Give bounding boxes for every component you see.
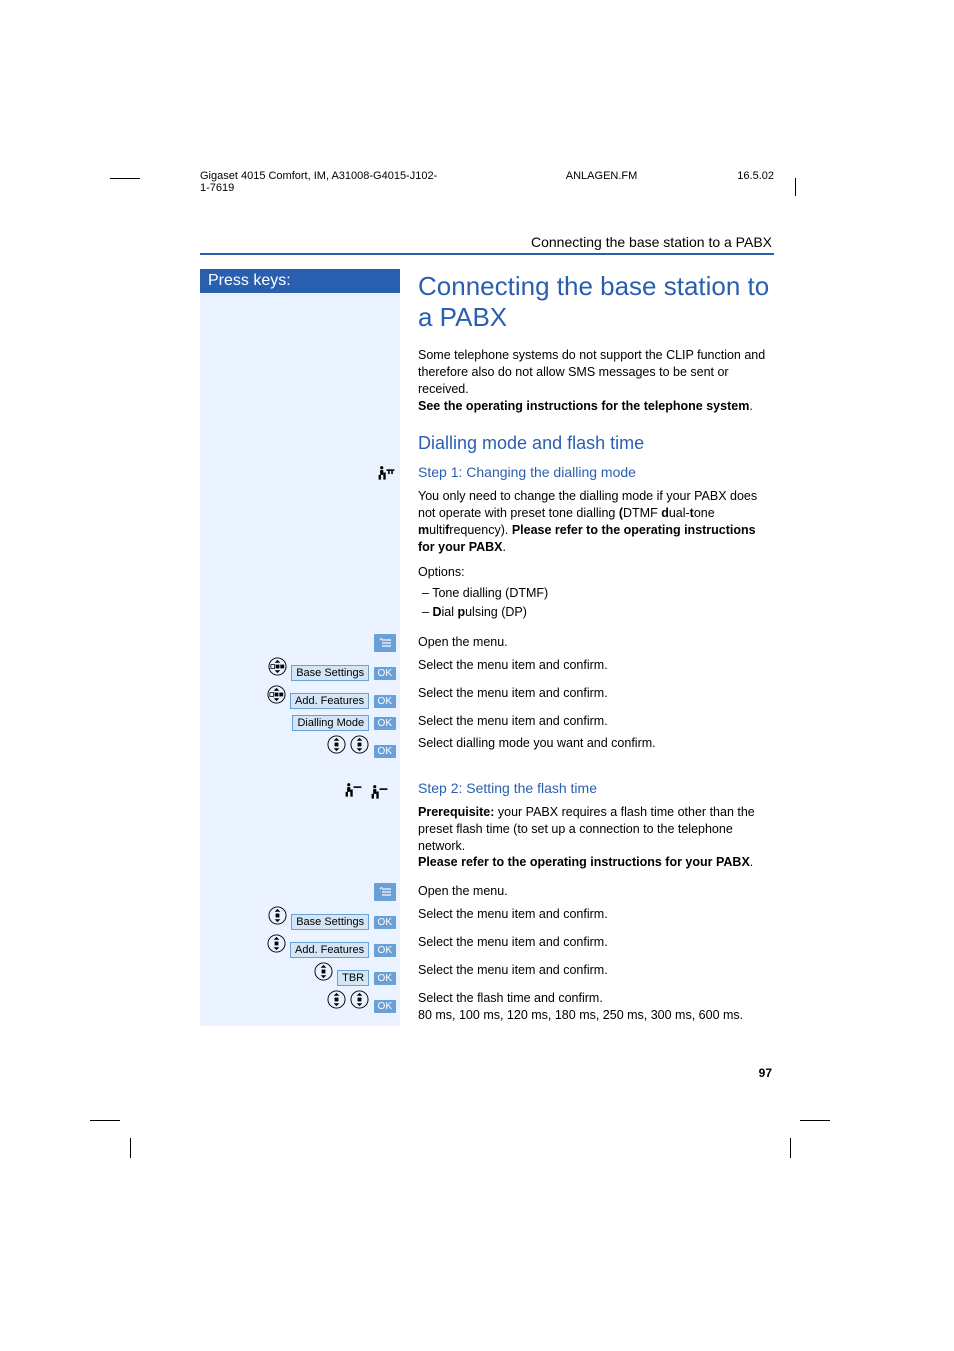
step1-paragraph: You only need to change the dialling mod… (418, 488, 774, 556)
header-meta: Gigaset 4015 Comfort, IM, A31008-G4015-J… (200, 170, 774, 194)
option-item: Dial pulsing (DP) (422, 603, 774, 622)
nav-down-icon (268, 906, 287, 925)
menu-label-base: Base Settings (291, 665, 369, 681)
menu-label-tbr: TBR (337, 970, 369, 986)
step-select-add-2: Select the menu item and confirm. (400, 932, 774, 960)
crop-mark (130, 1138, 131, 1158)
ok-button: OK (374, 944, 396, 957)
doc-date: 16.5.02 (737, 170, 774, 194)
nav-icon (327, 735, 346, 754)
menu-label-dialling: Dialling Mode (292, 715, 369, 731)
page-title: Connecting the base station to a PABX (418, 271, 774, 333)
intro-text: Some telephone systems do not support th… (418, 348, 765, 396)
ok-button: OK (374, 972, 396, 985)
ok-button: OK (374, 667, 396, 680)
step-open-menu: Open the menu. (400, 632, 774, 655)
intro-paragraph: Some telephone systems do not support th… (418, 347, 774, 415)
menu-label-add: Add. Features (290, 693, 369, 709)
divider (200, 253, 774, 255)
step2-heading: Step 2: Setting the flash time (418, 779, 774, 798)
menu-label-base-2: Base Settings (291, 914, 369, 930)
step2-paragraph: Prerequisite: your PABX requires a flash… (418, 804, 774, 872)
step-select-add: Select the menu item and confirm. (400, 683, 774, 711)
step-select-dial: Select the menu item and confirm. (400, 711, 774, 733)
menu-icon (374, 883, 396, 901)
content-layout: Press keys: Connecting the base station … (200, 269, 774, 1026)
option-item: Tone dialling (DTMF) (422, 584, 774, 603)
file-name: ANLAGEN.FM (566, 170, 638, 194)
running-title: Connecting the base station to a PABX (200, 234, 774, 250)
crop-mark (800, 1120, 830, 1121)
nav-icon (350, 735, 369, 754)
step-select-mode: Select dialling mode you want and confir… (400, 733, 774, 761)
nav-down-icon (267, 934, 286, 953)
step1-heading: Step 1: Changing the dialling mode (418, 463, 774, 482)
page-number: 97 (200, 1066, 774, 1080)
ok-button: OK (374, 695, 396, 708)
construction-icons (202, 777, 396, 803)
nav-down-icon (267, 685, 286, 704)
press-keys-header: Press keys: (200, 269, 400, 293)
crop-mark (795, 178, 796, 196)
step-open-menu-2: Open the menu. (400, 881, 774, 904)
nav-icon (350, 990, 369, 1009)
crop-mark (90, 1120, 120, 1121)
nav-icon (327, 990, 346, 1009)
step-select-base: Select the menu item and confirm. (400, 655, 774, 683)
menu-icon (374, 634, 396, 652)
doc-id: Gigaset 4015 Comfort, IM, A31008-G4015-J… (200, 170, 446, 194)
construction-icon (377, 463, 396, 482)
ok-button: OK (374, 745, 396, 758)
menu-label-add-2: Add. Features (290, 942, 369, 958)
crop-mark (110, 178, 140, 179)
intro-bold: See the operating instructions for the t… (418, 399, 749, 413)
nav-down-icon (268, 657, 287, 676)
crop-mark (790, 1138, 791, 1158)
step-select-base-2: Select the menu item and confirm. (400, 904, 774, 932)
options-label: Options: (418, 564, 774, 581)
ok-button: OK (374, 916, 396, 929)
nav-down-icon (314, 962, 333, 981)
ok-button: OK (374, 1000, 396, 1013)
step-select-flash: Select the flash time and confirm. 80 ms… (400, 988, 774, 1026)
ok-button: OK (374, 717, 396, 730)
step-select-tbr: Select the menu item and confirm. (400, 960, 774, 988)
options-list: Tone dialling (DTMF) Dial pulsing (DP) (418, 584, 774, 622)
section-heading: Dialling mode and flash time (418, 431, 774, 455)
